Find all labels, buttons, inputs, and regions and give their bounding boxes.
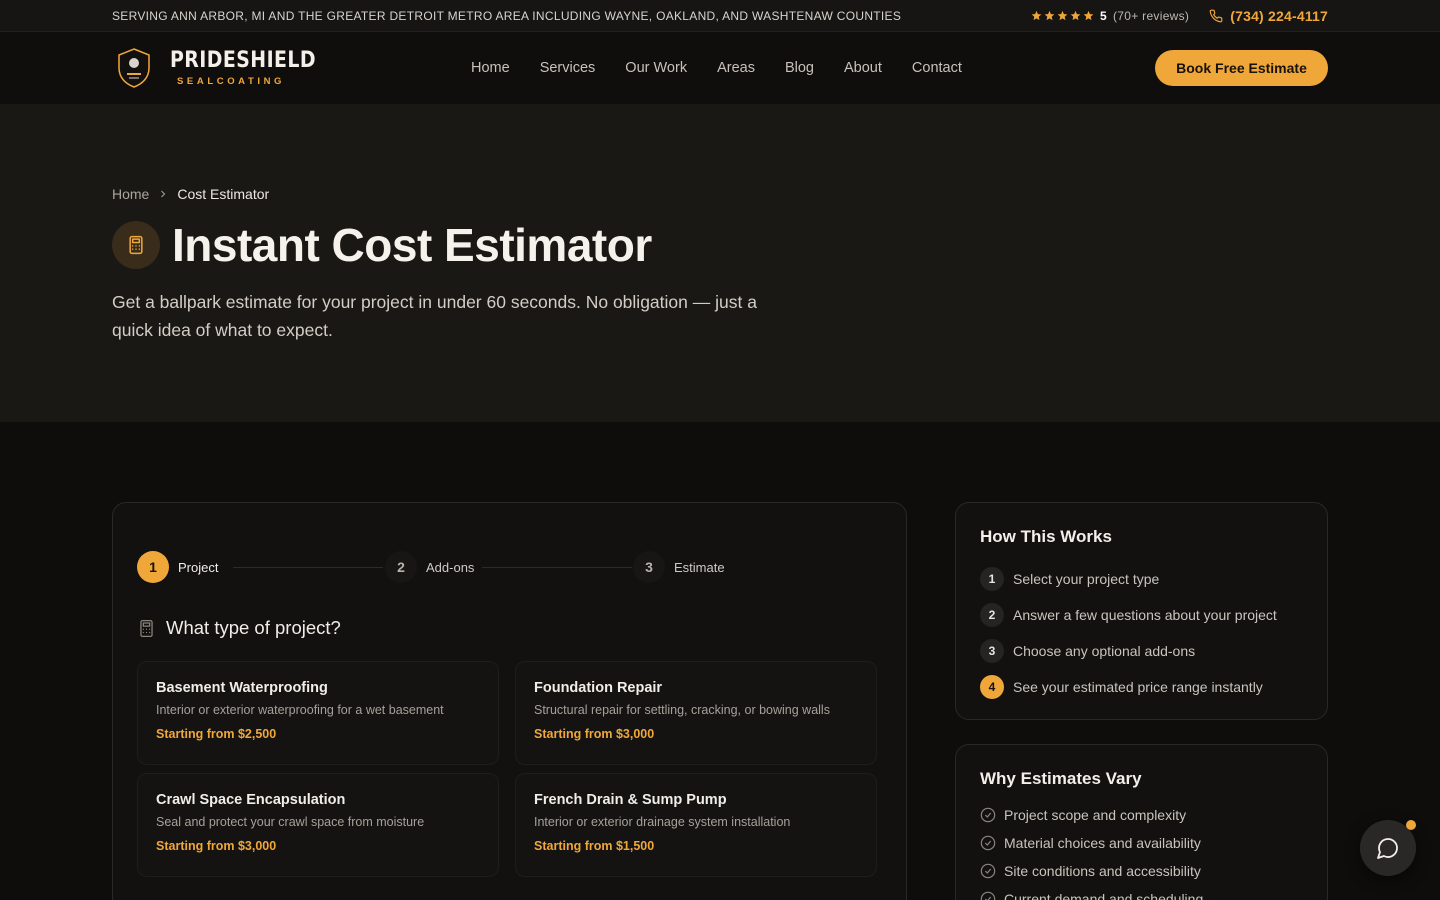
- option-description: Interior or exterior waterproofing for a…: [156, 703, 444, 717]
- breadcrumb-current: Cost Estimator: [177, 186, 270, 202]
- page-subtitle: Get a ballpark estimate for your project…: [112, 292, 757, 340]
- vary-text: Site conditions and accessibility: [1004, 863, 1201, 879]
- step-number: 2: [385, 551, 417, 583]
- option-crawl-space-encapsulation[interactable]: Crawl Space Encapsulation Seal and prote…: [137, 773, 499, 877]
- how-step: 1 Select your project type: [980, 561, 1303, 597]
- vary-text: Material choices and availability: [1004, 835, 1201, 851]
- option-description: Structural repair for settling, cracking…: [534, 703, 830, 717]
- step-number: 1: [137, 551, 169, 583]
- brand-subtitle: SEALCOATING: [177, 75, 286, 87]
- how-step-text: Choose any optional add-ons: [1013, 643, 1196, 659]
- vary-item: Site conditions and accessibility: [980, 857, 1303, 885]
- brand-logo[interactable]: PRIDESHIELD SEALCOATING: [112, 46, 340, 90]
- step-add-ons[interactable]: 2 Add-ons: [385, 551, 474, 583]
- option-price: Starting from $2,500: [156, 727, 277, 741]
- phone-link[interactable]: (734) 224-4117: [1209, 8, 1328, 24]
- calculator-icon: [112, 221, 160, 269]
- vary-item: Current demand and scheduling: [980, 885, 1303, 900]
- star-icon: [1057, 10, 1068, 21]
- nav-areas[interactable]: Areas: [717, 60, 755, 76]
- star-icon: [1031, 10, 1042, 21]
- main-content: 1 Project 2 Add-ons 3 Estimate What type…: [0, 422, 1440, 900]
- question-text: What type of project?: [166, 617, 341, 638]
- how-step-text: See your estimated price range instantly: [1013, 679, 1263, 695]
- option-price: Starting from $3,000: [534, 727, 655, 741]
- step-estimate[interactable]: 3 Estimate: [633, 551, 725, 583]
- check-circle-icon: [980, 807, 996, 823]
- option-description: Interior or exterior drainage system ins…: [534, 815, 791, 829]
- how-step-text: Select your project type: [1013, 571, 1160, 587]
- option-description: Seal and protect your crawl space from m…: [156, 815, 425, 829]
- rating-stars: [1031, 10, 1094, 21]
- how-step: 3 Choose any optional add-ons: [980, 633, 1303, 669]
- step-label: Project: [178, 559, 219, 575]
- nav-blog[interactable]: Blog: [785, 60, 814, 76]
- question-title: What type of project?: [137, 617, 341, 639]
- option-title: French Drain & Sump Pump: [534, 792, 727, 808]
- option-price: Starting from $3,000: [156, 839, 277, 853]
- estimator-card: 1 Project 2 Add-ons 3 Estimate What type…: [112, 502, 907, 900]
- check-circle-icon: [980, 891, 996, 900]
- rating: 5 (70+ reviews): [1031, 9, 1189, 23]
- check-circle-icon: [980, 835, 996, 851]
- main-nav: Home Services Our Work Areas Blog About …: [471, 60, 962, 76]
- nav-contact[interactable]: Contact: [912, 60, 962, 76]
- how-step: 2 Answer a few questions about your proj…: [980, 597, 1303, 633]
- nav-about[interactable]: About: [844, 60, 882, 76]
- why-vary-title: Why Estimates Vary: [980, 769, 1142, 788]
- how-step-text: Answer a few questions about your projec…: [1013, 607, 1277, 623]
- brand-name: PRIDESHIELD: [170, 47, 317, 73]
- star-icon: [1044, 10, 1055, 21]
- breadcrumb-home[interactable]: Home: [112, 186, 149, 202]
- how-step: 4 See your estimated price range instant…: [980, 669, 1303, 705]
- step-label: Add-ons: [426, 559, 475, 575]
- option-title: Crawl Space Encapsulation: [156, 792, 346, 808]
- option-title: Foundation Repair: [534, 680, 663, 696]
- nav-our-work[interactable]: Our Work: [625, 60, 687, 76]
- breadcrumb: Home Cost Estimator: [112, 186, 1328, 202]
- vary-item: Project scope and complexity: [980, 801, 1303, 829]
- chat-bubble-icon: [1377, 838, 1398, 859]
- how-it-works-title: How This Works: [980, 527, 1112, 546]
- rating-value: 5: [1099, 8, 1107, 23]
- step-connector: [233, 567, 383, 568]
- service-area-text: SERVING ANN ARBOR, MI AND THE GREATER DE…: [112, 8, 902, 23]
- chevron-right-icon: [161, 190, 166, 198]
- check-circle-icon: [980, 863, 996, 879]
- site-header: PRIDESHIELD SEALCOATING Home Services Ou…: [0, 32, 1440, 104]
- how-step-number: 3: [980, 639, 1004, 663]
- how-it-works-card: How This Works 1 Select your project typ…: [955, 502, 1328, 720]
- option-foundation-repair[interactable]: Foundation Repair Structural repair for …: [515, 661, 877, 765]
- stepper: 1 Project 2 Add-ons 3 Estimate: [137, 551, 885, 583]
- step-number: 3: [633, 551, 665, 583]
- vary-text: Project scope and complexity: [1004, 807, 1187, 823]
- book-free-estimate-button[interactable]: Book Free Estimate: [1155, 50, 1328, 86]
- step-project[interactable]: 1 Project: [137, 551, 218, 583]
- how-step-number: 2: [980, 603, 1004, 627]
- page-title: Instant Cost Estimator: [172, 219, 652, 271]
- hero-section: Home Cost Estimator Instant Cost Estimat…: [0, 104, 1440, 422]
- option-basement-waterproofing[interactable]: Basement Waterproofing Interior or exter…: [137, 661, 499, 765]
- nav-services[interactable]: Services: [540, 60, 596, 76]
- calculator-icon: [140, 619, 153, 637]
- nav-home[interactable]: Home: [471, 60, 510, 76]
- vary-item: Material choices and availability: [980, 829, 1303, 857]
- why-estimates-vary-card: Why Estimates Vary Project scope and com…: [955, 744, 1328, 900]
- step-connector: [482, 567, 632, 568]
- star-icon: [1083, 10, 1094, 21]
- shield-logo-icon: [112, 46, 156, 90]
- step-label: Estimate: [674, 559, 725, 575]
- phone-number: (734) 224-4117: [1230, 7, 1328, 24]
- how-step-number: 4: [980, 675, 1004, 699]
- notification-dot: [1406, 820, 1416, 830]
- option-price: Starting from $1,500: [534, 839, 655, 853]
- phone-icon: [1209, 9, 1223, 22]
- vary-text: Current demand and scheduling: [1004, 891, 1204, 900]
- option-title: Basement Waterproofing: [156, 680, 328, 696]
- how-step-number: 1: [980, 567, 1004, 591]
- star-icon: [1070, 10, 1081, 21]
- option-french-drain-sump-pump[interactable]: French Drain & Sump Pump Interior or ext…: [515, 773, 877, 877]
- top-bar: SERVING ANN ARBOR, MI AND THE GREATER DE…: [0, 0, 1440, 32]
- review-count: (70+ reviews): [1112, 8, 1190, 23]
